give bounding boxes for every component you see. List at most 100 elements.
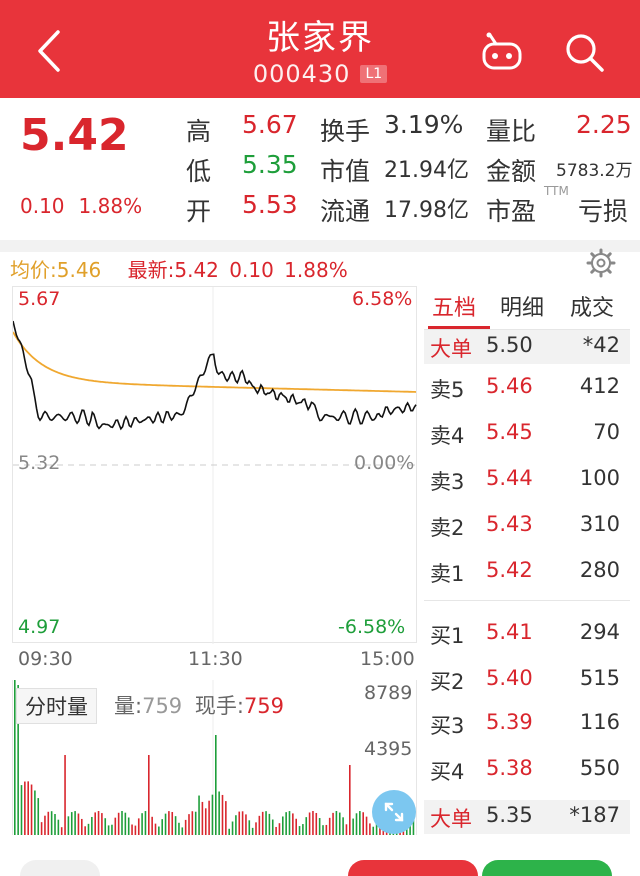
volratio-label: 量比 [486, 117, 537, 146]
volume-bar [178, 822, 180, 835]
sell-price: 5.46 [486, 374, 533, 398]
volume-bar [57, 819, 60, 835]
robot-icon[interactable] [478, 32, 526, 72]
buy-row-3: 买3 5.39 116 [424, 704, 630, 744]
section-divider [0, 240, 640, 252]
volume-bar [255, 822, 257, 835]
volume-bar [161, 819, 163, 835]
volume-bar [158, 826, 160, 835]
tab-details[interactable]: 明细 [500, 290, 544, 322]
sell-price: 5.44 [486, 466, 533, 490]
volume-bar [34, 790, 36, 835]
volume-bar [231, 821, 234, 835]
volume-bar [265, 811, 267, 835]
buy-volume: 515 [579, 666, 620, 690]
volume-bar [188, 814, 190, 835]
volume-bar [204, 808, 207, 835]
volume-bar [268, 813, 271, 835]
buy-volume: 550 [579, 756, 620, 780]
pct-axis-bottom: -6.58% [338, 616, 406, 638]
tab-five-levels[interactable]: 五档 [432, 290, 476, 322]
volume-bar [67, 816, 70, 835]
pct-axis-mid: 0.00% [354, 452, 415, 474]
level-badge: L1 [360, 65, 388, 83]
volume-bar [362, 812, 364, 835]
volume-bar [271, 819, 274, 835]
volume-bar [201, 801, 204, 835]
turnover-value: 3.19% [384, 110, 464, 139]
volume-bar [275, 826, 277, 835]
volume-bar [312, 811, 314, 835]
volume-bar [261, 811, 264, 835]
volume-bar [94, 812, 96, 835]
bid-ask-divider [424, 600, 630, 601]
y-axis-mid: 5.32 [18, 452, 61, 474]
price-change: 0.10 1.88% [20, 194, 156, 218]
volume-tab-button[interactable]: 分时量 [16, 688, 97, 724]
volume-bar [349, 765, 351, 835]
volume-max-label: 8789 [364, 682, 413, 704]
latest-pct-legend: 1.88% [284, 258, 348, 282]
volume-bar [84, 826, 86, 835]
sell-row-1: 卖1 5.42 280 [424, 552, 630, 592]
settings-gear-icon[interactable] [586, 248, 616, 278]
expand-button[interactable] [372, 790, 416, 834]
volume-bar [171, 811, 174, 835]
volume-bar [144, 811, 147, 835]
buy-level-name: 买2 [430, 670, 465, 694]
volume-bar [40, 822, 43, 835]
volume-mid-label: 4395 [364, 738, 413, 760]
buy-volume: 116 [579, 710, 620, 734]
volume-bar [198, 795, 200, 835]
volume-bar [87, 823, 90, 835]
volume-bar [174, 816, 177, 835]
search-icon[interactable] [562, 30, 606, 74]
volume-bar [352, 818, 354, 835]
y-axis-bottom: 4.97 [18, 616, 61, 638]
volume-bar [131, 824, 133, 835]
volume-bar [50, 811, 53, 835]
high-label: 高 [186, 117, 212, 146]
volume-bar [359, 811, 361, 835]
stock-code-row: 000430 L1 [0, 60, 640, 88]
volume-bar [218, 791, 220, 835]
volume-bar [137, 818, 140, 835]
volume-bar [168, 811, 170, 835]
volume-bar [151, 816, 153, 835]
orderbook-tabs: 五档 明细 成交 [424, 286, 634, 326]
sell-row-4: 卖4 5.45 70 [424, 414, 630, 454]
sell-row-5: 卖5 5.46 412 [424, 368, 630, 408]
volume-bar [369, 823, 371, 835]
volume-bar [355, 813, 358, 835]
volume-bar [285, 812, 287, 835]
avg-price-legend: 均价:5.46 [10, 258, 102, 282]
mcap-label: 市值 [320, 157, 371, 186]
sell-button[interactable] [482, 860, 612, 876]
pe-label: 市盈 [486, 197, 537, 226]
pe-value: 亏损 [578, 197, 629, 226]
low-value: 5.35 [242, 150, 298, 179]
volume-bar [54, 814, 56, 835]
bottom-left-button[interactable] [20, 860, 100, 876]
buy-button[interactable] [348, 860, 478, 876]
big-buy-label: 大单 [430, 807, 472, 831]
volume-bar [77, 813, 80, 835]
big-buy-price: 5.35 [486, 803, 533, 827]
volume-bar [127, 817, 130, 835]
volume-bar [64, 755, 66, 835]
volume-bar [208, 800, 210, 835]
latest-price-legend: 最新:5.42 [127, 258, 219, 282]
sell-price: 5.45 [486, 420, 533, 444]
sell-row-2: 卖2 5.43 310 [424, 506, 630, 546]
volume-bar [288, 811, 291, 835]
volume-bar [97, 811, 100, 835]
amount-label: 金额 [486, 157, 537, 186]
volume-bar [245, 814, 247, 835]
volume-bar [30, 784, 33, 835]
tab-trades[interactable]: 成交 [570, 290, 614, 322]
volume-bar [251, 827, 254, 835]
low-label: 低 [186, 157, 212, 186]
chart-legend-line: 均价:5.46 最新:5.42 0.10 1.88% [10, 254, 348, 283]
float-value: 17.98亿 [384, 198, 469, 223]
sell-level-name: 卖4 [430, 424, 465, 448]
